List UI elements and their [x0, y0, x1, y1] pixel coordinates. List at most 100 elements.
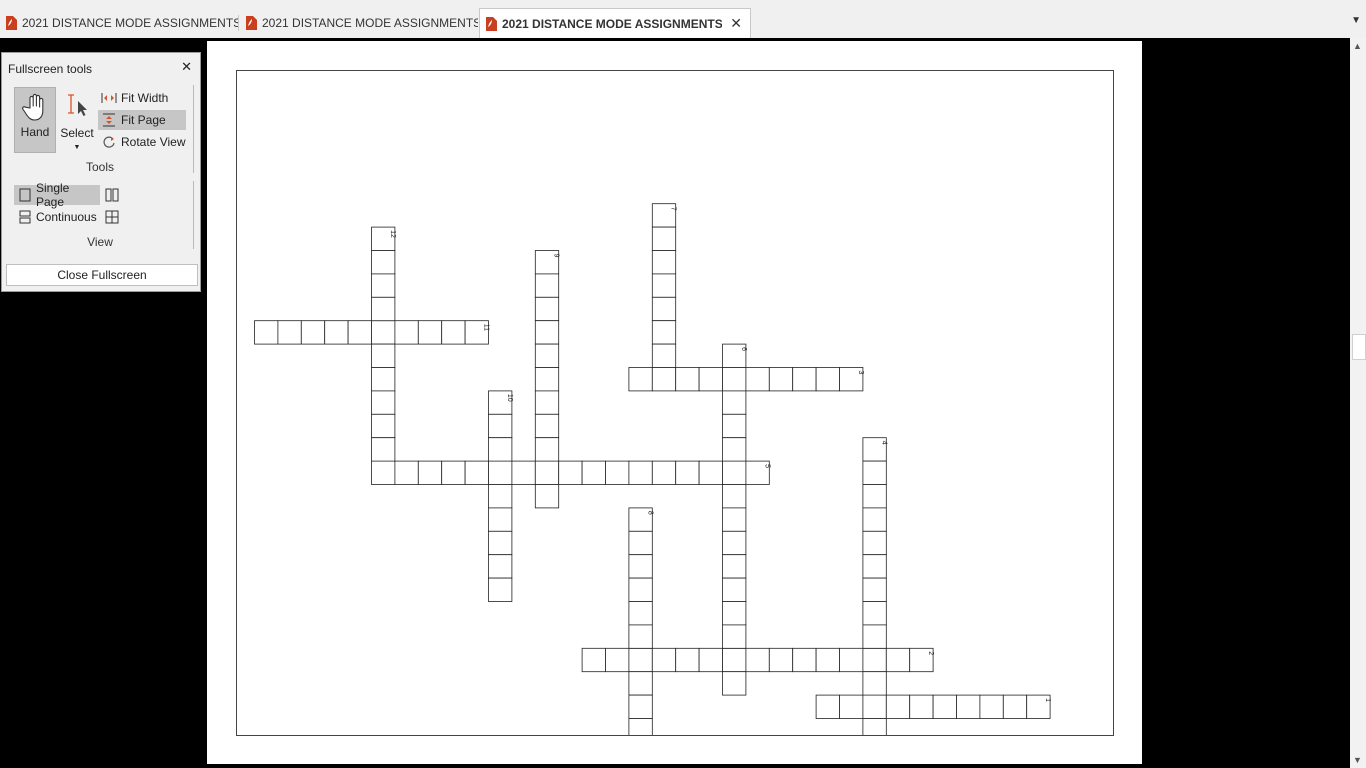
clue-number: 2	[927, 651, 934, 655]
crossword-cell	[534, 484, 560, 509]
scroll-down-icon[interactable]: ▼	[1353, 755, 1362, 765]
crossword-cell	[371, 320, 396, 345]
crossword-cell	[488, 460, 513, 485]
tab-label: 2021 DISTANCE MODE ASSIGNMENTS - ...	[22, 16, 238, 30]
crossword-cell	[371, 343, 396, 368]
crossword-cell	[254, 320, 279, 345]
crossword-cell	[675, 647, 700, 673]
scroll-up-icon[interactable]: ▲	[1353, 41, 1362, 51]
crossword-cell	[488, 484, 513, 509]
tools-group-label: Tools	[85, 160, 114, 174]
clue-number: 3	[857, 371, 864, 375]
crossword-cell	[488, 530, 513, 556]
crossword-cell	[534, 390, 560, 415]
crossword-cell	[371, 273, 396, 298]
crossword-cell	[651, 296, 677, 322]
crossword-cell	[862, 624, 887, 649]
tab-document-2[interactable]: 2021 DISTANCE MODE ASSIGNMENTS - ...	[240, 9, 478, 37]
crossword-cell	[862, 671, 887, 696]
close-icon[interactable]: ✕	[181, 59, 192, 75]
clue-number: 6	[740, 347, 747, 351]
vertical-scrollbar[interactable]: ▲ ▼	[1350, 38, 1366, 768]
fit-width-icon	[101, 93, 117, 103]
two-page-button[interactable]	[100, 185, 124, 205]
tab-label: 2021 DISTANCE MODE ASSIGNMENTS - ...	[262, 16, 478, 30]
view-group-label: View	[87, 235, 113, 249]
fit-page-label: Fit Page	[121, 113, 166, 127]
crossword-cell	[394, 320, 419, 345]
crossword-cell	[628, 671, 653, 696]
crossword-cell	[488, 554, 513, 579]
divider	[193, 85, 194, 173]
crossword-cell	[534, 296, 560, 322]
pdf-icon	[6, 16, 17, 30]
crossword-cell	[300, 320, 326, 345]
crossword-cell	[277, 320, 302, 345]
clue-number: 9	[553, 254, 560, 258]
crossword-cell	[371, 460, 396, 485]
crossword-cell	[651, 460, 677, 485]
select-tool-button[interactable]: Select ▼	[58, 87, 96, 153]
crossword-cell	[534, 273, 560, 298]
crossword-cell	[698, 460, 723, 485]
crossword-cell	[534, 320, 560, 345]
crossword-cell	[488, 413, 513, 439]
crossword-cell	[417, 320, 443, 345]
crossword-cell	[534, 460, 560, 485]
crossword-cell	[768, 367, 794, 392]
rotate-view-button[interactable]: Rotate View	[98, 132, 186, 152]
close-fullscreen-button[interactable]: Close Fullscreen	[6, 264, 198, 286]
crossword-cell	[862, 484, 887, 509]
crossword-cell	[722, 413, 747, 439]
crossword-cell	[371, 296, 396, 322]
crossword-cell	[511, 460, 536, 485]
crossword-cell	[371, 390, 396, 415]
crossword-cell	[371, 250, 396, 275]
pdf-icon	[246, 16, 257, 30]
pdf-page: 1 2 3 4 5 6 7 8 9 10 11 12	[207, 41, 1142, 764]
fit-width-button[interactable]: Fit Width	[98, 88, 186, 108]
tab-separator	[238, 15, 239, 31]
crossword-cell	[862, 647, 887, 673]
crossword-cell	[722, 367, 747, 392]
crossword-cell	[651, 226, 677, 251]
crossword-cell	[815, 367, 840, 392]
crossword-cell	[651, 250, 677, 275]
crossword-cell	[628, 718, 653, 735]
single-page-button[interactable]: Single Page	[14, 181, 100, 209]
clue-number: 10	[506, 394, 513, 402]
continuous-button[interactable]: Continuous	[14, 207, 100, 227]
close-icon[interactable]: ✕	[730, 15, 742, 32]
continuous-facing-button[interactable]	[100, 207, 124, 227]
crossword-cell	[932, 694, 957, 719]
crossword-cell	[722, 601, 747, 626]
crossword-cell	[394, 460, 419, 485]
crossword-cell	[862, 601, 887, 626]
scrollbar-thumb[interactable]	[1352, 334, 1366, 360]
pdf-icon	[486, 16, 497, 31]
crossword-cell	[862, 577, 887, 602]
crossword-cell	[324, 320, 349, 345]
rotate-view-label: Rotate View	[121, 135, 186, 149]
fit-page-button[interactable]: Fit Page	[98, 110, 186, 130]
hand-label: Hand	[20, 125, 50, 139]
hand-tool-button[interactable]: Hand	[14, 87, 56, 153]
crossword-cell	[628, 577, 653, 602]
tab-list-dropdown-icon[interactable]: ▼	[1351, 15, 1361, 26]
crossword-cell	[768, 647, 794, 673]
crossword-cell	[722, 460, 747, 485]
crossword-cell	[628, 624, 653, 649]
tab-label: 2021 DISTANCE MODE ASSIGNMENTS - ...	[502, 16, 722, 31]
crossword-cell	[488, 577, 513, 602]
tab-document-1[interactable]: 2021 DISTANCE MODE ASSIGNMENTS - ...	[0, 9, 238, 37]
crossword-cell	[558, 460, 583, 485]
crossword-cell	[581, 460, 606, 485]
crossword-cell	[488, 437, 513, 462]
crossword-cell	[441, 320, 466, 345]
clue-number: 11	[483, 324, 490, 331]
crossword-cell	[839, 647, 864, 673]
single-page-label: Single Page	[36, 181, 70, 209]
crossword-cell	[722, 507, 747, 532]
tab-document-3-active[interactable]: 2021 DISTANCE MODE ASSIGNMENTS - ... ✕	[479, 8, 751, 38]
crossword-cell	[534, 343, 560, 368]
